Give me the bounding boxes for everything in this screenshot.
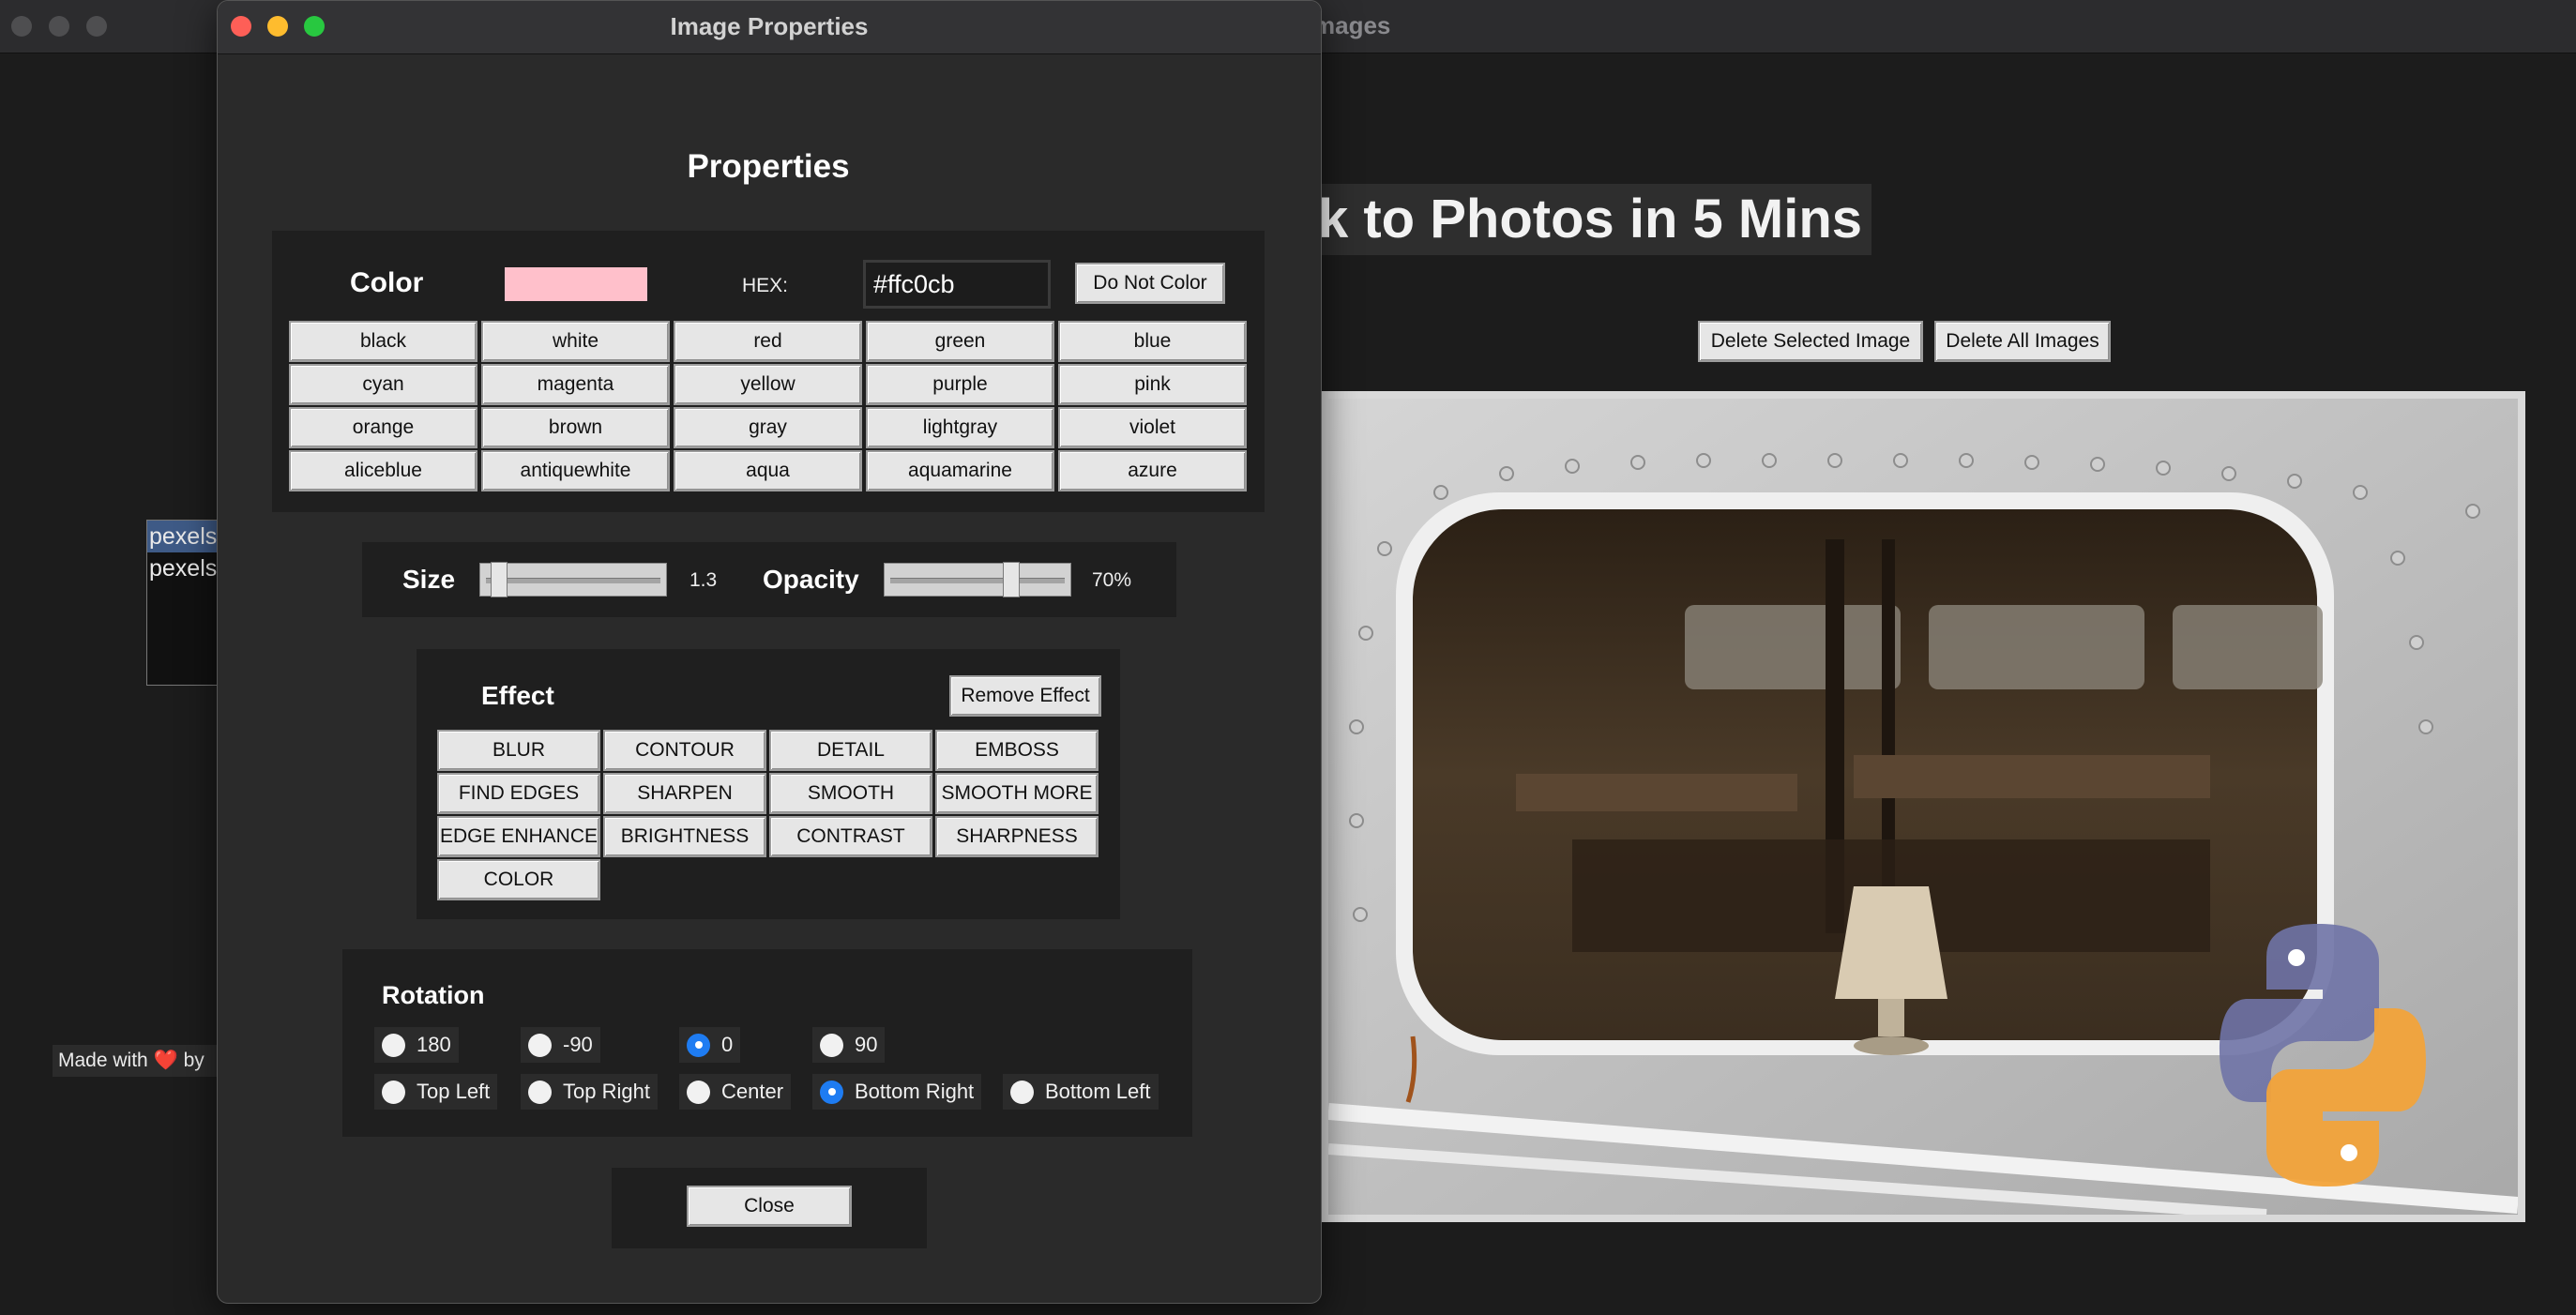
radio-circle-icon — [528, 1033, 552, 1057]
color-label: Color — [350, 267, 424, 298]
remove-effect-button[interactable]: Remove Effect — [949, 675, 1101, 717]
color-purple-button[interactable]: purple — [866, 364, 1054, 405]
effect-brightness-button[interactable]: BRIGHTNESS — [603, 816, 766, 857]
radio-label: 90 — [855, 1033, 878, 1056]
effect-blur-button[interactable]: BLUR — [437, 730, 600, 771]
rotation-90-radio[interactable]: 90 — [812, 1027, 886, 1063]
color-antiquewhite-button[interactable]: antiquewhite — [481, 450, 670, 491]
rotation-180-radio[interactable]: 180 — [374, 1027, 459, 1063]
radio-selected-icon — [687, 1033, 710, 1057]
list-item[interactable]: pexels — [147, 552, 222, 584]
color-swatch — [505, 267, 647, 301]
position-bottom-left-radio[interactable]: Bottom Left — [1003, 1074, 1159, 1110]
color-blue-button[interactable]: blue — [1058, 321, 1247, 362]
image-file-list[interactable]: pexels pexels — [146, 520, 223, 686]
radio-circle-icon — [382, 1033, 405, 1057]
color-black-button[interactable]: black — [289, 321, 477, 362]
radio-label: Top Left — [417, 1080, 491, 1103]
close-button[interactable]: Close — [687, 1186, 852, 1227]
color-yellow-button[interactable]: yellow — [674, 364, 862, 405]
effect-smooth-more-button[interactable]: SMOOTH MORE — [935, 773, 1099, 814]
effect-contour-button[interactable]: CONTOUR — [603, 730, 766, 771]
radio-circle-icon — [382, 1080, 405, 1104]
size-label: Size — [402, 565, 456, 594]
radio-label: -90 — [563, 1033, 593, 1056]
effect-sharpen-button[interactable]: SHARPEN — [603, 773, 766, 814]
radio-circle-icon — [1010, 1080, 1034, 1104]
color-preset-grid: black white red green blue cyan magenta … — [289, 321, 1247, 491]
color-orange-button[interactable]: orange — [289, 407, 477, 448]
position-top-left-radio[interactable]: Top Left — [374, 1074, 498, 1110]
radio-circle-icon — [687, 1080, 710, 1104]
size-value: 1.3 — [689, 569, 718, 591]
effect-contrast-button[interactable]: CONTRAST — [769, 816, 932, 857]
color-violet-button[interactable]: violet — [1058, 407, 1247, 448]
dialog-title: Image Properties — [670, 12, 869, 40]
color-aliceblue-button[interactable]: aliceblue — [289, 450, 477, 491]
radio-label: 0 — [721, 1033, 734, 1056]
rotation-0-radio[interactable]: 0 — [679, 1027, 741, 1063]
image-preview[interactable] — [1328, 399, 2518, 1215]
credit-by: by — [183, 1050, 205, 1071]
position-top-right-radio[interactable]: Top Right — [521, 1074, 658, 1110]
heart-icon: ❤️ — [153, 1050, 178, 1071]
radio-label: Top Right — [563, 1080, 650, 1103]
position-center-radio[interactable]: Center — [679, 1074, 792, 1110]
opacity-slider[interactable] — [884, 562, 1071, 597]
radio-circle-icon — [528, 1080, 552, 1104]
effect-emboss-button[interactable]: EMBOSS — [935, 730, 1099, 771]
effect-label: Effect — [481, 681, 554, 710]
train-window-photo — [1328, 399, 2518, 1215]
size-slider[interactable] — [479, 562, 667, 597]
color-lightgray-button[interactable]: lightgray — [866, 407, 1054, 448]
color-cyan-button[interactable]: cyan — [289, 364, 477, 405]
color-aquamarine-button[interactable]: aquamarine — [866, 450, 1054, 491]
radio-label: Bottom Left — [1045, 1080, 1151, 1103]
do-not-color-button[interactable]: Do Not Color — [1075, 263, 1225, 304]
main-window-title: mages — [1313, 11, 1391, 39]
opacity-value: 70% — [1092, 569, 1132, 591]
list-item[interactable]: pexels — [147, 521, 222, 552]
delete-all-images-button[interactable]: Delete All Images — [1934, 321, 2111, 362]
effect-edge-enhance-button[interactable]: EDGE ENHANCE — [437, 816, 600, 857]
rotation-minus-90-radio[interactable]: -90 — [521, 1027, 600, 1063]
color-magenta-button[interactable]: magenta — [481, 364, 670, 405]
rotation-label: Rotation — [382, 981, 485, 1009]
radio-label: 180 — [417, 1033, 451, 1056]
close-window-button[interactable] — [11, 16, 32, 37]
minimize-window-button[interactable] — [49, 16, 69, 37]
color-gray-button[interactable]: gray — [674, 407, 862, 448]
effect-smooth-button[interactable]: SMOOTH — [769, 773, 932, 814]
radio-label: Center — [721, 1080, 784, 1103]
opacity-slider-thumb[interactable] — [1003, 562, 1020, 597]
dialog-titlebar: Image Properties — [218, 1, 1321, 54]
app-heading: k to Photos in 5 Mins — [1309, 184, 1872, 255]
opacity-label: Opacity — [763, 565, 859, 594]
radio-selected-icon — [820, 1080, 843, 1104]
color-azure-button[interactable]: azure — [1058, 450, 1247, 491]
zoom-window-button[interactable] — [86, 16, 107, 37]
credit-text: Made with — [58, 1050, 148, 1071]
color-green-button[interactable]: green — [866, 321, 1054, 362]
color-white-button[interactable]: white — [481, 321, 670, 362]
effect-color-button[interactable]: COLOR — [437, 859, 600, 900]
effect-detail-button[interactable]: DETAIL — [769, 730, 932, 771]
effect-sharpness-button[interactable]: SHARPNESS — [935, 816, 1099, 857]
color-pink-button[interactable]: pink — [1058, 364, 1247, 405]
hex-label: HEX: — [742, 275, 789, 296]
color-brown-button[interactable]: brown — [481, 407, 670, 448]
effect-find-edges-button[interactable]: FIND EDGES — [437, 773, 600, 814]
size-slider-thumb[interactable] — [491, 562, 508, 597]
hex-input[interactable]: #ffc0cb — [863, 260, 1051, 309]
properties-heading: Properties — [687, 148, 850, 185]
effect-grid: BLUR CONTOUR DETAIL EMBOSS FIND EDGES SH… — [437, 730, 1099, 900]
position-bottom-right-radio[interactable]: Bottom Right — [812, 1074, 982, 1110]
color-red-button[interactable]: red — [674, 321, 862, 362]
color-aqua-button[interactable]: aqua — [674, 450, 862, 491]
delete-selected-image-button[interactable]: Delete Selected Image — [1698, 321, 1923, 362]
radio-circle-icon — [820, 1033, 843, 1057]
radio-label: Bottom Right — [855, 1080, 975, 1103]
